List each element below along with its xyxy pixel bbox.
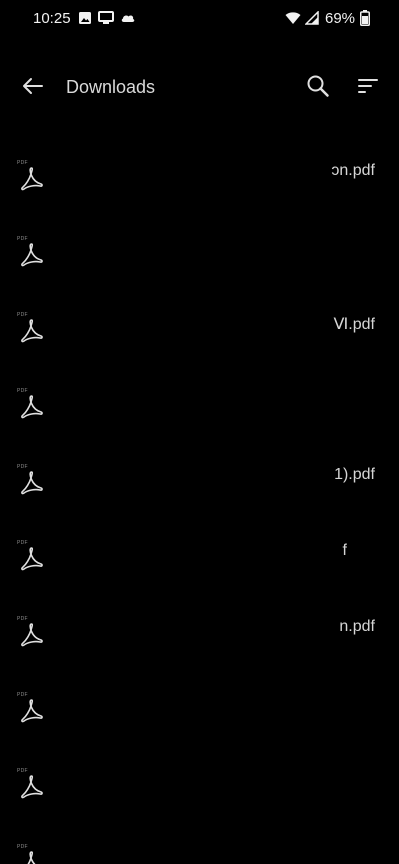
pdf-thumbnail: PDF	[14, 312, 50, 352]
acrobat-icon	[21, 470, 43, 501]
file-item[interactable]: PDF 1).pdf	[0, 436, 399, 512]
search-button[interactable]	[300, 72, 336, 104]
acrobat-icon	[21, 242, 43, 273]
file-item[interactable]: PDF n.pdf	[0, 588, 399, 664]
pdf-thumbnail: PDF	[14, 616, 50, 656]
sort-button[interactable]	[350, 72, 386, 104]
acrobat-icon	[21, 774, 43, 805]
acrobat-icon	[21, 850, 43, 864]
image-icon	[78, 11, 92, 30]
file-item[interactable]: PDF	[0, 208, 399, 284]
file-item[interactable]: PDF	[0, 360, 399, 436]
battery-icon	[360, 10, 370, 31]
file-name: n.pdf	[339, 618, 375, 635]
toolbar: Downloads	[0, 60, 399, 116]
status-time: 10:25	[33, 10, 71, 27]
acrobat-icon	[21, 166, 43, 197]
acrobat-icon	[21, 394, 43, 425]
sort-icon	[358, 78, 378, 99]
back-button[interactable]	[14, 72, 50, 104]
file-item[interactable]: PDF	[0, 740, 399, 816]
battery-percent: 69%	[325, 10, 356, 27]
downloads-screen: 10:25 69% Downloads PDF ɔn.pdf PDF PDF Ⅵ…	[0, 0, 399, 864]
pdf-thumbnail: PDF	[14, 844, 50, 864]
signal-icon	[304, 10, 319, 30]
pdf-thumbnail: PDF	[14, 160, 50, 200]
pdf-thumbnail: PDF	[14, 540, 50, 580]
file-list: PDF ɔn.pdf PDF PDF Ⅵ.pdf PDF PDF 1).pdf …	[0, 132, 399, 864]
pdf-thumbnail: PDF	[14, 388, 50, 428]
acrobat-icon	[21, 698, 43, 729]
file-name: f	[342, 542, 347, 559]
acrobat-icon	[21, 622, 43, 653]
file-item[interactable]: PDF	[0, 664, 399, 740]
file-item[interactable]: PDF ɔn.pdf	[0, 132, 399, 208]
cloud-icon	[120, 11, 136, 30]
file-item[interactable]: PDF	[0, 816, 399, 864]
arrow-left-icon	[21, 77, 43, 100]
page-title: Downloads	[66, 77, 156, 97]
status-bar: 10:25 69%	[0, 0, 399, 38]
pdf-thumbnail: PDF	[14, 692, 50, 732]
pdf-thumbnail: PDF	[14, 768, 50, 808]
acrobat-icon	[21, 318, 43, 349]
file-name: Ⅵ.pdf	[333, 316, 375, 333]
cast-icon	[98, 11, 114, 30]
acrobat-icon	[21, 546, 43, 577]
pdf-thumbnail: PDF	[14, 464, 50, 504]
file-name: 1).pdf	[334, 466, 375, 483]
file-name: ɔn.pdf	[331, 162, 375, 179]
file-item[interactable]: PDF f	[0, 512, 399, 588]
file-item[interactable]: PDF Ⅵ.pdf	[0, 284, 399, 360]
wifi-icon	[285, 11, 301, 30]
pdf-thumbnail: PDF	[14, 236, 50, 276]
search-icon	[306, 74, 330, 103]
